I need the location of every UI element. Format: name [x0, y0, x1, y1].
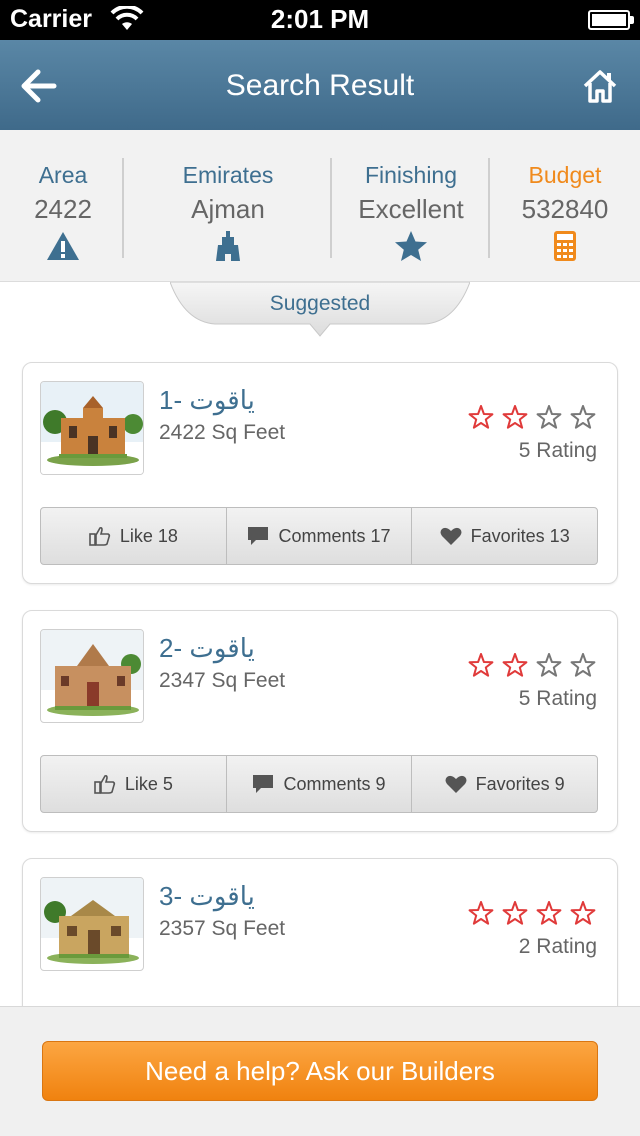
thumbs-up-icon: [89, 526, 110, 546]
comment-icon: [248, 527, 269, 545]
calculator-icon: [554, 231, 576, 261]
filter-emirates-value: Ajman: [191, 194, 265, 224]
star-filled-icon: [502, 653, 528, 677]
comments-button[interactable]: Comments 17: [225, 508, 412, 564]
filter-emirates[interactable]: Emirates Ajman: [124, 130, 332, 282]
comments-count: Comments 9: [283, 773, 386, 794]
star-rating: [468, 901, 596, 925]
star-empty-icon: [570, 405, 596, 429]
like-count: Like 18: [119, 525, 178, 546]
battery-icon: [588, 10, 634, 30]
rating-count: 5 Rating: [518, 687, 597, 710]
comments-button[interactable]: Comments 9: [225, 756, 412, 812]
heart-icon: [440, 527, 462, 545]
property-size: 2422 Sq Feet: [159, 421, 286, 444]
clock: 2:01 PM: [270, 4, 370, 34]
rating-count: 2 Rating: [518, 935, 597, 958]
property-name[interactable]: ياقوت -1: [159, 385, 255, 416]
filter-area-value: 2422: [34, 194, 92, 224]
property-name[interactable]: ياقوت -3: [159, 881, 255, 912]
favorites-count: Favorites 13: [470, 525, 570, 546]
favorites-button[interactable]: Favorites 9: [411, 756, 597, 812]
filter-finishing[interactable]: Finishing Excellent: [332, 130, 490, 282]
heart-icon: [445, 775, 467, 793]
like-button[interactable]: Like 5: [41, 756, 226, 812]
star-icon: [395, 231, 427, 261]
action-bar: Like 5 Comments 9 Favorites 9: [40, 755, 598, 813]
ask-builders-button[interactable]: Need a help? Ask our Builders: [42, 1041, 598, 1101]
status-bar: Carrier 2:01 PM: [0, 0, 640, 40]
filter-area[interactable]: Area 2422: [0, 130, 126, 282]
suggested-label: Suggested: [269, 292, 371, 315]
star-filled-icon: [468, 653, 494, 677]
star-filled-icon: [468, 901, 494, 925]
favorites-button[interactable]: Favorites 13: [411, 508, 597, 564]
filter-budget-value: 532840: [521, 194, 609, 224]
warning-icon: [47, 232, 79, 260]
house-thumbnail: [40, 877, 144, 971]
action-bar: Like 18 Comments 17 Favorites 13: [40, 507, 598, 565]
thumbs-up-icon: [94, 774, 115, 794]
filter-finishing-value: Excellent: [358, 194, 464, 224]
favorites-count: Favorites 9: [475, 773, 565, 794]
footer: Need a help? Ask our Builders: [0, 1006, 640, 1136]
star-filled-icon: [502, 405, 528, 429]
comment-icon: [253, 775, 274, 793]
property-name[interactable]: ياقوت -2: [159, 633, 255, 664]
house-thumbnail: [40, 381, 144, 475]
property-size: 2357 Sq Feet: [159, 917, 286, 940]
star-empty-icon: [570, 653, 596, 677]
star-rating: [468, 653, 596, 677]
filter-budget[interactable]: Budget 532840: [490, 130, 640, 282]
result-card[interactable]: ياقوت -2 2347 Sq Feet 5 Rating Like 5 Co…: [22, 610, 618, 832]
filter-area-label: Area: [38, 162, 88, 188]
filter-emirates-label: Emirates: [182, 162, 274, 188]
nav-bar: Search Result: [0, 40, 640, 130]
suggested-tab[interactable]: Suggested: [170, 282, 470, 338]
star-empty-icon: [536, 405, 562, 429]
filter-summary: Area 2422 Emirates Ajman Finishing Excel…: [0, 130, 640, 282]
star-empty-icon: [536, 653, 562, 677]
page-title: Search Result: [225, 69, 415, 102]
star-filled-icon: [536, 901, 562, 925]
star-rating: [468, 405, 596, 429]
rating-count: 5 Rating: [518, 439, 597, 462]
star-filled-icon: [570, 901, 596, 925]
house-thumbnail: [40, 629, 144, 723]
star-filled-icon: [468, 405, 494, 429]
like-count: Like 5: [124, 773, 173, 794]
like-button[interactable]: Like 18: [41, 508, 226, 564]
property-size: 2347 Sq Feet: [159, 669, 286, 692]
filter-budget-label: Budget: [528, 162, 602, 188]
home-icon[interactable]: [582, 68, 618, 104]
comments-count: Comments 17: [278, 525, 391, 546]
star-filled-icon: [502, 901, 528, 925]
building-icon: [216, 231, 240, 261]
filter-finishing-label: Finishing: [364, 162, 458, 188]
result-card[interactable]: ياقوت -1 2422 Sq Feet 5 Rating Like 18 C…: [22, 362, 618, 584]
